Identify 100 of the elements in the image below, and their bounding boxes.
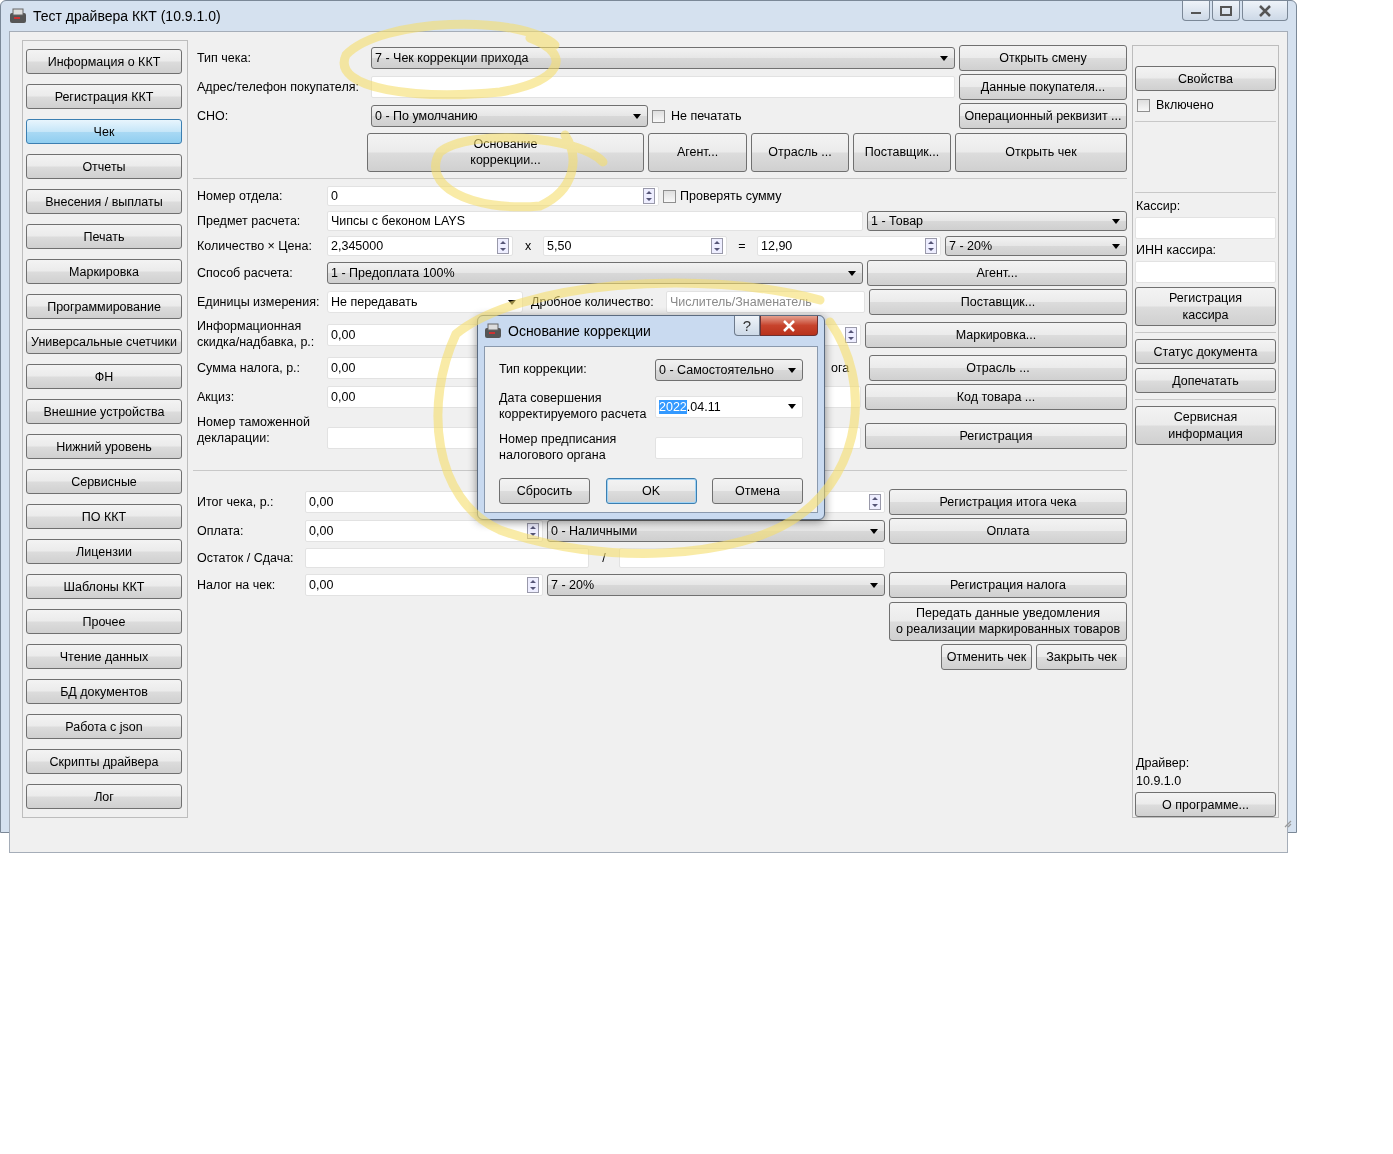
caret-icon (788, 367, 796, 373)
nav-button[interactable]: Нижний уровень (26, 434, 182, 459)
units-dropdown[interactable]: Не передавать (327, 291, 523, 313)
text-field[interactable] (305, 548, 589, 568)
supplier-button[interactable]: Поставщик... (869, 289, 1127, 315)
number-field[interactable]: 0 (327, 186, 659, 206)
caret-icon (1112, 243, 1120, 249)
correction-type-dropdown[interactable]: 0 - Самостоятельно (655, 359, 803, 381)
nav-button[interactable]: Сервисные (26, 469, 182, 494)
nav-button[interactable]: Скрипты драйвера (26, 749, 182, 774)
maximize-button[interactable] (1212, 1, 1240, 21)
resize-grip-icon[interactable] (1282, 818, 1292, 828)
operator-sign: x (523, 239, 533, 253)
caret-icon (633, 113, 641, 119)
about-button[interactable]: О программе... (1135, 792, 1276, 817)
nav-button[interactable]: Информация о ККТ (26, 49, 182, 74)
nav-button[interactable]: ФН (26, 364, 182, 389)
minimize-button[interactable] (1182, 1, 1210, 21)
field-label: Номер отдела: (196, 189, 284, 203)
action-button[interactable]: Открыть чек (955, 132, 1127, 172)
nav-button[interactable]: Внешние устройства (26, 399, 182, 424)
register-total-button[interactable]: Регистрация итога чека (889, 489, 1127, 515)
nav-button[interactable]: БД документов (26, 679, 182, 704)
separator-slash: / (601, 551, 607, 565)
register-button[interactable]: Регистрация (865, 423, 1127, 449)
register-tax-button[interactable]: Регистрация налога (889, 572, 1127, 598)
driver-label: Драйвер: (1135, 756, 1191, 770)
register-cashier-button[interactable]: Регистрация кассира (1135, 287, 1276, 326)
field-label: Налог на чек: (196, 578, 277, 592)
inn-field[interactable] (1135, 261, 1276, 283)
number-field[interactable]: 12,90 (757, 236, 941, 256)
field-label: Сумма налога, р.: (196, 361, 302, 375)
nav-button[interactable]: Отчеты (26, 154, 182, 179)
nav-button[interactable]: Чтение данных (26, 644, 182, 669)
date-field[interactable]: 2022.04.11 (655, 395, 803, 418)
item-type-dropdown[interactable]: 1 - Товар (867, 211, 1127, 231)
properties-button[interactable]: Свойства (1135, 66, 1276, 91)
caret-icon (870, 582, 878, 588)
nav-button[interactable]: Шаблоны ККТ (26, 574, 182, 599)
nav-button[interactable]: Программирование (26, 294, 182, 319)
dialog-button[interactable]: OK (605, 477, 697, 504)
service-info-button[interactable]: Сервисная информация (1135, 406, 1276, 445)
nav-button[interactable]: Маркировка (26, 259, 182, 284)
nav-button[interactable]: Лог (26, 784, 182, 809)
agent-button[interactable]: Агент... (867, 260, 1127, 286)
number-field[interactable]: 0,00 (305, 520, 543, 542)
printer-icon (484, 323, 502, 339)
text-field[interactable] (371, 76, 955, 98)
field-label: Оплата: (196, 524, 245, 538)
checkbox-label: Не печатать (671, 109, 742, 123)
number-field[interactable]: 2,345000 (327, 236, 513, 256)
notification-button[interactable]: Передать данные уведомления о реализации маркированных товаров (889, 601, 1127, 641)
tax-rate-dropdown[interactable]: 7 - 20% (547, 574, 885, 596)
product-code-button[interactable]: Код товара ... (865, 384, 1127, 410)
industry-button[interactable]: Отрасль ... (869, 355, 1127, 381)
tax-system-dropdown[interactable]: 0 - По умолчанию (371, 105, 648, 127)
payment-button[interactable]: Оплата (889, 518, 1127, 544)
receipt-type-dropdown[interactable]: 7 - Чек коррекции прихода (371, 47, 955, 69)
checkbox[interactable] (652, 109, 665, 123)
nav-button[interactable]: Лицензии (26, 539, 182, 564)
open-shift-button[interactable]: Открыть смену (959, 45, 1127, 71)
nav-button[interactable]: Печать (26, 224, 182, 249)
action-button[interactable]: Основание коррекции... (367, 132, 644, 172)
action-button[interactable]: Отрасль ... (751, 132, 849, 172)
checkbox[interactable] (663, 189, 676, 203)
marking-button[interactable]: Маркировка... (865, 322, 1127, 348)
number-field[interactable]: 5,50 (543, 236, 727, 256)
help-button[interactable]: ? (734, 316, 760, 336)
checkbox[interactable] (1137, 98, 1150, 112)
action-button[interactable]: Агент... (648, 132, 747, 172)
reprint-button[interactable]: Допечатать (1135, 368, 1276, 393)
buyer-data-button[interactable]: Данные покупателя... (959, 74, 1127, 100)
cashier-field[interactable] (1135, 217, 1276, 239)
printer-icon (9, 8, 27, 24)
dialog-button[interactable]: Отмена (712, 477, 803, 504)
nav-button[interactable]: Внесения / выплаты (26, 189, 182, 214)
number-field[interactable]: 0,00 (305, 574, 543, 596)
field-label: Номер предписания налогового органа (499, 432, 617, 464)
text-field[interactable] (655, 436, 803, 459)
vat-rate-dropdown[interactable]: 7 - 20% (945, 236, 1127, 256)
dialog-button[interactable]: Сбросить (499, 477, 590, 504)
nav-button[interactable]: Чек (26, 119, 182, 144)
text-field[interactable]: Чипсы с беконом LAYS (327, 211, 863, 231)
payment-type-dropdown[interactable]: 0 - Наличными (547, 520, 885, 542)
cancel-receipt-button[interactable]: Отменить чек (941, 644, 1032, 670)
nav-button[interactable]: Универсальные счетчики (26, 329, 182, 354)
spinner-icon (845, 327, 857, 343)
nav-button[interactable]: ПО ККТ (26, 504, 182, 529)
close-button[interactable] (760, 316, 818, 336)
operational-attribute-button[interactable]: Операционный реквизит ... (959, 103, 1127, 129)
document-status-button[interactable]: Статус документа (1135, 339, 1276, 364)
nav-button[interactable]: Прочее (26, 609, 182, 634)
payment-method-dropdown[interactable]: 1 - Предоплата 100% (327, 262, 863, 284)
text-field[interactable] (619, 548, 885, 568)
action-button[interactable]: Поставщик... (853, 132, 951, 172)
nav-button[interactable]: Работа с json (26, 714, 182, 739)
close-button[interactable] (1242, 1, 1288, 21)
close-receipt-button[interactable]: Закрыть чек (1036, 644, 1127, 670)
fraction-field[interactable]: Числитель/Знаменатель (666, 291, 865, 313)
nav-button[interactable]: Регистрация ККТ (26, 84, 182, 109)
